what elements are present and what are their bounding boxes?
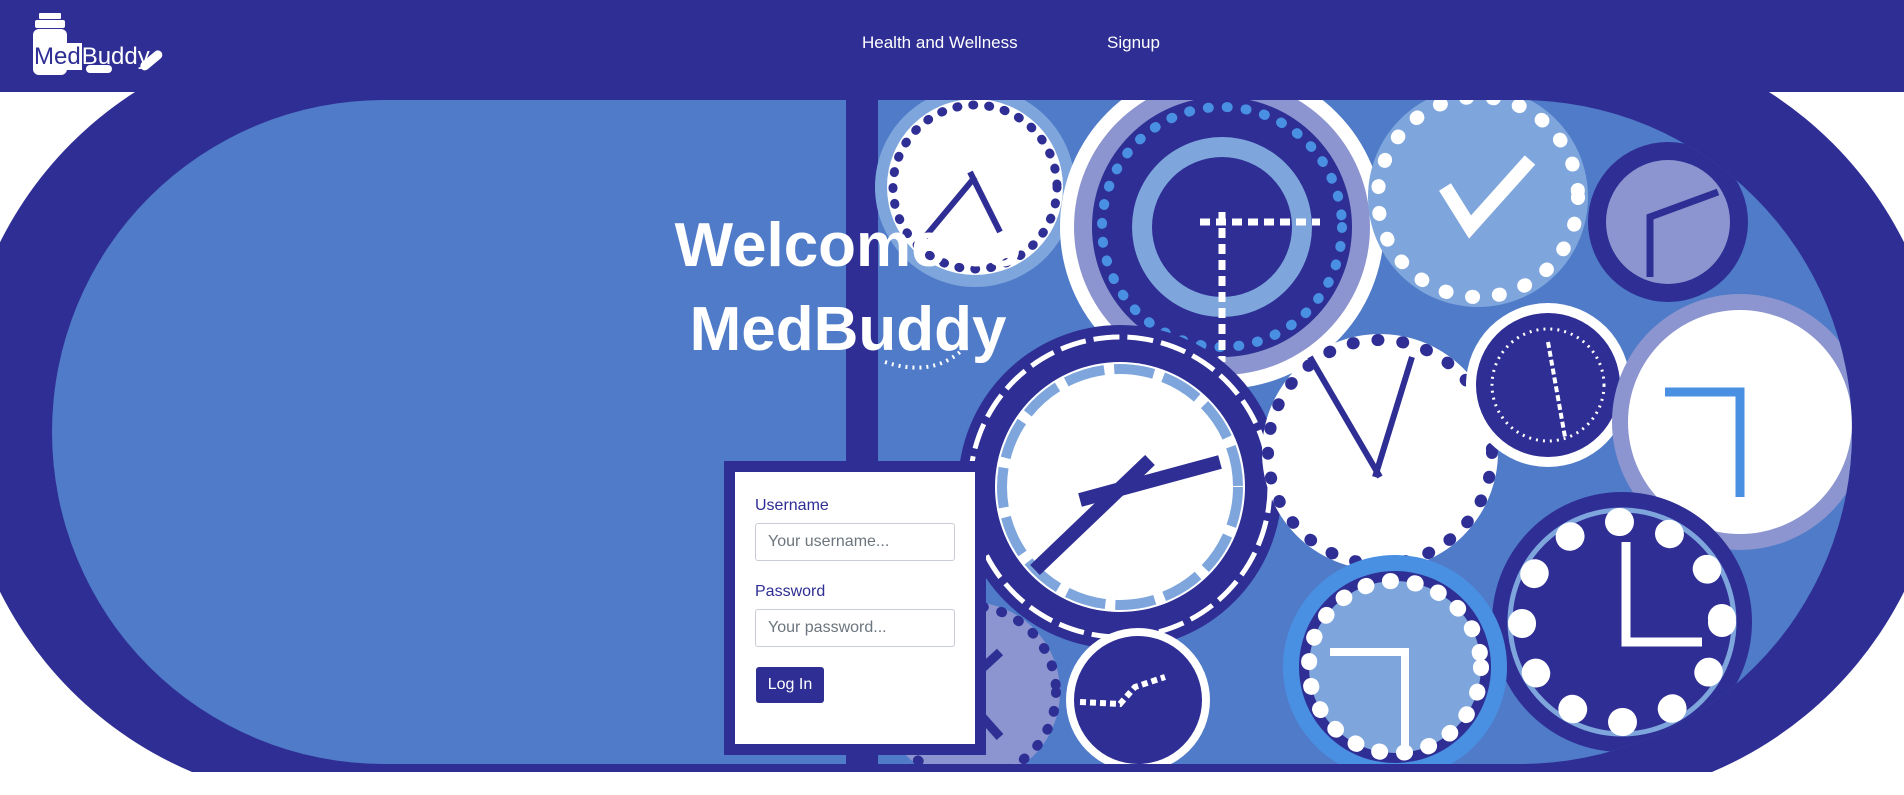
username-label: Username [755,497,829,514]
login-form: Username Password Log In [735,472,975,744]
password-label: Password [755,583,826,600]
login-panel: Username Password Log In [724,461,986,755]
username-input[interactable] [755,523,955,561]
password-input[interactable] [755,609,955,647]
nav-link-signup[interactable]: Signup [1107,33,1160,53]
brand-name: MedBuddy [33,43,150,70]
login-button[interactable]: Log In [756,667,824,703]
brand-logo[interactable]: MedBuddy [30,10,165,80]
welcome-title: Welcome to MedBuddy [674,211,1022,364]
hero-banner: Welcome toMedBuddy Username Password Log… [0,92,1904,772]
top-navbar: MedBuddy Health and Wellness Signup [0,0,1904,92]
nav-link-health-wellness[interactable]: Health and Wellness [862,33,1018,53]
